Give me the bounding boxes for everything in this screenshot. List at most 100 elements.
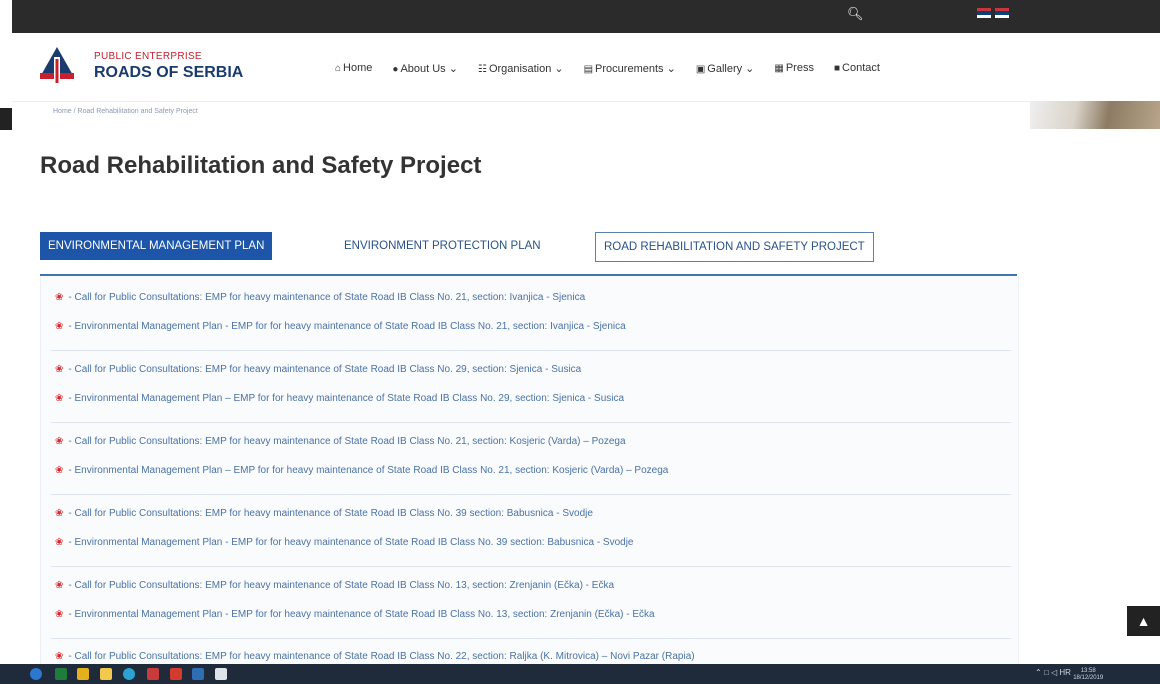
document-link[interactable]: ❀ - Environmental Management Plan - EMP f… [55, 604, 655, 626]
document-link[interactable]: ❀ - Call for Public Consultations: EMP fo… [55, 431, 626, 453]
document-link-text: - Call for Public Consultations: EMP for… [68, 364, 582, 375]
browser-icon[interactable] [123, 668, 135, 680]
document-icon: ▤ [583, 64, 594, 75]
nav-about-us[interactable]: ● About Us ⌄ [392, 62, 458, 75]
document-link[interactable]: ❀ - Environmental Management Plan – EMP f… [55, 388, 624, 410]
volume-icon[interactable]: ◁ [1051, 668, 1057, 677]
chevron-up-icon: ▲ [1136, 613, 1151, 629]
pdf-icon: ❀ [55, 609, 64, 620]
document-link[interactable]: ❀ - Call for Public Consultations: EMP fo… [55, 503, 593, 525]
document-link-text: - Call for Public Consultations: EMP for… [68, 436, 626, 447]
nav-organisation-label: Organisation [488, 63, 552, 75]
system-tray: ⌃ □ ◁ HR 13:58 18/12/2019 [1035, 668, 1103, 682]
breadcrumb-current: Road Rehabilitation and Safety Project [77, 108, 198, 115]
pdf-icon: ❀ [55, 393, 64, 404]
breadcrumb-home[interactable]: Home [53, 108, 72, 115]
page-title: Road Rehabilitation and Safety Project [40, 152, 482, 179]
pdf-icon: ❀ [55, 537, 64, 548]
document-link[interactable]: ❀ - Environmental Management Plan - EMP f… [55, 316, 626, 338]
windows-taskbar: ⌃ □ ◁ HR 13:58 18/12/2019 [0, 664, 1160, 684]
user-icon: ● [392, 64, 399, 75]
scroll-to-top-button[interactable]: ▲ [1127, 606, 1160, 636]
serbian-flag-icon[interactable] [977, 8, 991, 18]
network-icon[interactable]: □ [1044, 668, 1049, 677]
divider [51, 422, 1011, 423]
tab-bar: ENVIRONMENTAL MANAGEMENT PLAN ENVIRONMEN… [40, 232, 1017, 276]
newspaper-icon: ▦ [774, 63, 784, 74]
nav-about-us-label: About Us [400, 63, 446, 75]
divider [51, 494, 1011, 495]
breadcrumb: Home / Road Rehabilitation and Safety Pr… [53, 108, 198, 115]
divider [51, 350, 1011, 351]
clock[interactable]: 13:58 18/12/2019 [1073, 668, 1103, 682]
chevron-down-icon: ⌄ [554, 63, 564, 75]
document-link[interactable]: ❀ - Call for Public Consultations: EMP fo… [55, 359, 581, 381]
breadcrumb-separator: / [73, 108, 76, 115]
explorer-icon[interactable] [100, 668, 112, 680]
top-bar: 🔍︎ [12, 0, 1160, 33]
chevron-down-icon: ⌄ [448, 63, 458, 75]
divider [51, 638, 1011, 639]
header-photo [1030, 101, 1160, 129]
pdf-icon: ❀ [55, 321, 64, 332]
pdf-reader-icon[interactable] [170, 668, 182, 680]
document-link-text: - Environmental Management Plan – EMP fo… [68, 465, 669, 476]
acrobat-icon[interactable] [147, 668, 159, 680]
clock-date: 18/12/2019 [1073, 675, 1104, 681]
folder-icon[interactable] [77, 668, 89, 680]
roads-of-serbia-logo[interactable] [40, 47, 74, 85]
home-icon: ⌂ [335, 63, 342, 74]
document-link-text: - Call for Public Consultations: EMP for… [68, 508, 593, 519]
document-link-text: - Call for Public Consultations: EMP for… [68, 580, 615, 591]
main-nav: ⌂ Home ● About Us ⌄ ☷ Organisation ⌄ ▤ Procu… [335, 62, 900, 75]
pdf-icon: ❀ [55, 436, 64, 447]
chevron-down-icon: ⌄ [666, 63, 676, 75]
brand-subtitle: PUBLIC ENTERPRISE [94, 51, 202, 62]
word-icon[interactable] [192, 668, 204, 680]
document-link-text: - Call for Public Consultations: EMP for… [68, 292, 586, 303]
pdf-icon: ❀ [55, 292, 64, 303]
document-link-text: - Environmental Management Plan - EMP fo… [68, 609, 655, 620]
tray-language[interactable]: HR [1059, 668, 1071, 677]
camera-icon: ▣ [695, 64, 706, 75]
nav-organisation[interactable]: ☷ Organisation ⌄ [478, 62, 564, 75]
search-icon[interactable]: 🔍︎ [847, 6, 864, 22]
pdf-icon: ❀ [55, 364, 64, 375]
document-link-text: - Environmental Management Plan - EMP fo… [68, 537, 634, 548]
tab-environment-protection-plan[interactable]: ENVIRONMENT PROTECTION PLAN [336, 232, 549, 260]
nav-gallery-label: Gallery [707, 63, 743, 75]
pdf-icon: ❀ [55, 580, 64, 591]
divider [51, 566, 1011, 567]
start-icon[interactable] [30, 668, 42, 680]
document-link-text: - Environmental Management Plan – EMP fo… [68, 393, 625, 404]
nav-procurements-label: Procurements [595, 63, 664, 75]
english-flag-icon[interactable] [995, 8, 1009, 18]
document-link[interactable]: ❀ - Environmental Management Plan – EMP f… [55, 460, 668, 482]
nav-home[interactable]: ⌂ Home [335, 62, 372, 75]
nav-contact[interactable]: ■ Contact [834, 62, 880, 75]
site-header: PUBLIC ENTERPRISE ROADS OF SERBIA ⌂ Home … [12, 33, 1160, 102]
sitemap-icon: ☷ [477, 64, 487, 75]
document-link[interactable]: ❀ - Call for Public Consultations: EMP fo… [55, 575, 614, 597]
documents-panel: ❀ - Call for Public Consultations: EMP fo… [40, 276, 1019, 668]
phone-book-icon: ■ [833, 63, 841, 74]
side-tab-marker [0, 108, 12, 130]
nav-press[interactable]: ▦ Press [774, 62, 814, 75]
nav-procurements[interactable]: ▤ Procurements ⌄ [584, 62, 676, 75]
document-link[interactable]: ❀ - Call for Public Consultations: EMP fo… [55, 287, 585, 309]
document-link-text: - Call for Public Consultations: EMP for… [68, 651, 695, 662]
tray-chevron-icon[interactable]: ⌃ [1035, 668, 1042, 677]
pdf-icon: ❀ [55, 465, 64, 476]
brand-title[interactable]: ROADS OF SERBIA [94, 64, 243, 82]
document-link-text: - Environmental Management Plan - EMP fo… [68, 321, 626, 332]
nav-contact-label: Contact [842, 62, 880, 74]
document-link[interactable]: ❀ - Environmental Management Plan - EMP f… [55, 532, 634, 554]
pdf-icon: ❀ [55, 508, 64, 519]
clock-time: 13:58 [1080, 668, 1096, 674]
excel-icon[interactable] [55, 668, 67, 680]
tab-road-rehabilitation-and-safety-project[interactable]: ROAD REHABILITATION AND SAFETY PROJECT [595, 232, 874, 262]
notepad-icon[interactable] [215, 668, 227, 680]
tab-environmental-management-plan[interactable]: ENVIRONMENTAL MANAGEMENT PLAN [40, 232, 273, 260]
chevron-down-icon: ⌄ [745, 63, 755, 75]
nav-gallery[interactable]: ▣ Gallery ⌄ [696, 62, 755, 75]
